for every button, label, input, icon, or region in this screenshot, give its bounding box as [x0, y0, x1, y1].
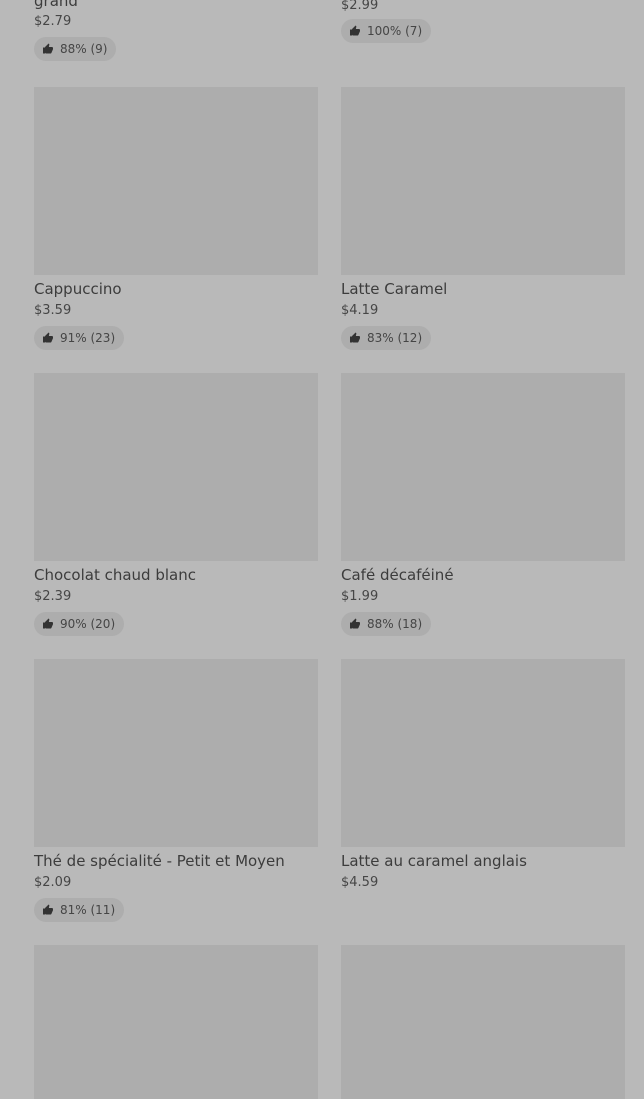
product-price: $4.59	[341, 875, 379, 890]
rating-badge: 81% (11)	[34, 898, 125, 922]
thumbs-up-icon	[43, 332, 53, 343]
product-card[interactable]: Latte au caramel anglais $4.59	[341, 659, 625, 891]
rating-badge: 100% (7)	[341, 19, 432, 43]
product-name: Latte au caramel anglais	[341, 852, 527, 870]
rating-text: 91% (23)	[60, 331, 116, 345]
thumbs-up-icon	[350, 618, 360, 629]
product-name: grand	[34, 0, 78, 10]
product-card[interactable]: Café décaféiné $1.99 88% (18)	[341, 373, 625, 636]
product-name: Cappuccino	[34, 280, 122, 298]
product-price: $2.79	[34, 14, 72, 29]
product-price: $4.19	[341, 303, 379, 318]
rating-text: 81% (11)	[60, 903, 116, 917]
rating-badge: 88% (9)	[34, 37, 117, 61]
product-card[interactable]	[34, 945, 318, 1099]
product-price: $2.09	[34, 875, 72, 890]
product-card[interactable]	[341, 945, 625, 1099]
rating-badge: 91% (23)	[34, 326, 125, 350]
rating-text: 90% (20)	[60, 617, 116, 631]
rating-text: 100% (7)	[367, 24, 423, 38]
product-name: Chocolat chaud blanc	[34, 566, 196, 584]
product-image[interactable]	[34, 87, 318, 275]
rating-text: 88% (9)	[60, 42, 108, 56]
product-card[interactable]: Chocolat chaud blanc $2.39 90% (20)	[34, 373, 318, 636]
product-image[interactable]	[341, 87, 625, 275]
rating-badge: 88% (18)	[341, 612, 432, 636]
rating-text: 83% (12)	[367, 331, 423, 345]
rating-badge: 83% (12)	[341, 326, 432, 350]
thumbs-up-icon	[350, 332, 360, 343]
thumbs-up-icon	[350, 25, 360, 36]
product-price: $1.99	[341, 589, 379, 604]
rating-text: 88% (18)	[367, 617, 423, 631]
product-card[interactable]: $2.99 100% (7)	[341, 0, 625, 43]
product-card[interactable]: Latte Caramel $4.19 83% (12)	[341, 87, 625, 350]
product-image[interactable]	[34, 659, 318, 847]
product-card[interactable]: grand $2.79 88% (9)	[34, 0, 318, 61]
product-image[interactable]	[34, 373, 318, 561]
product-card[interactable]: Thé de spécialité - Petit et Moyen $2.09…	[34, 659, 318, 922]
rating-badge: 90% (20)	[34, 612, 125, 636]
thumbs-up-icon	[43, 904, 53, 915]
product-name: Café décaféiné	[341, 566, 454, 584]
product-image[interactable]	[341, 945, 625, 1099]
product-name: Thé de spécialité - Petit et Moyen	[34, 852, 285, 870]
product-image[interactable]	[34, 945, 318, 1099]
product-name: Latte Caramel	[341, 280, 448, 298]
product-price: $2.99	[341, 0, 379, 13]
product-price: $3.59	[34, 303, 72, 318]
product-card[interactable]: Cappuccino $3.59 91% (23)	[34, 87, 318, 350]
thumbs-up-icon	[43, 43, 53, 54]
product-grid: grand $2.79 88% (9) $2.99 100% (7) Cappu…	[0, 0, 644, 1099]
product-price: $2.39	[34, 589, 72, 604]
product-image[interactable]	[341, 373, 625, 561]
product-image[interactable]	[341, 659, 625, 847]
thumbs-up-icon	[43, 618, 53, 629]
